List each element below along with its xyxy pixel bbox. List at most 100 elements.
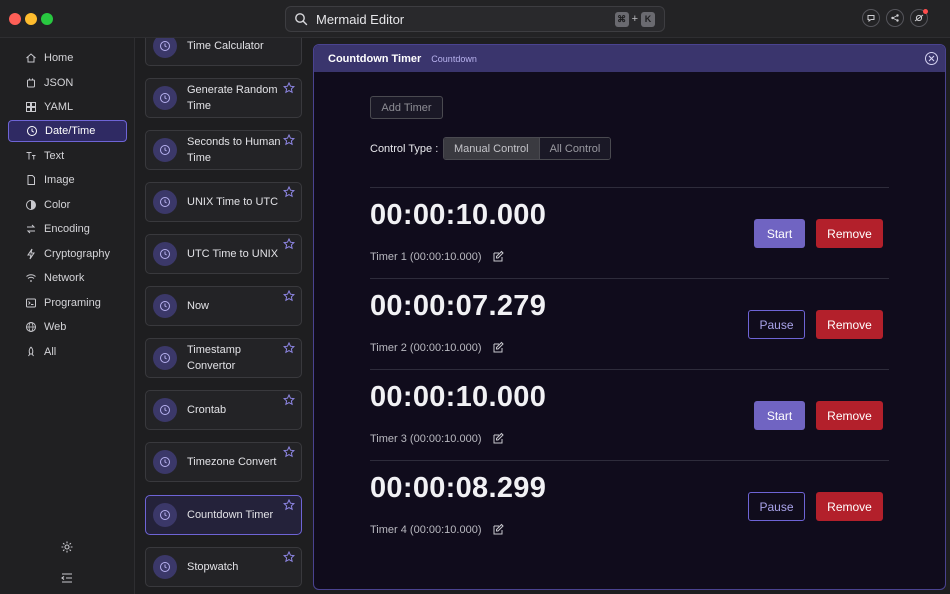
search-icon	[295, 13, 308, 26]
tool-label: Timezone Convert	[187, 456, 277, 468]
tool-card-timezone-convert[interactable]: Timezone Convert	[145, 442, 302, 482]
sidebar-item-programing[interactable]: Programing	[8, 292, 127, 314]
tool-label: UNIX Time to UTC	[187, 196, 279, 208]
star-icon[interactable]	[283, 499, 295, 511]
add-timer-button[interactable]: Add Timer	[370, 96, 443, 119]
search-text: Mermaid Editor	[316, 11, 405, 27]
sidebar-item-label: JSON	[44, 77, 74, 89]
sidebar-item-text[interactable]: Text	[8, 145, 127, 167]
start-button[interactable]: Start	[754, 219, 805, 248]
tool-card-generate-random-time[interactable]: Generate Random Time	[145, 78, 302, 118]
star-icon[interactable]	[283, 82, 295, 94]
chat-icon[interactable]	[862, 9, 880, 27]
star-icon[interactable]	[283, 134, 295, 146]
timer-display: 00:00:10.000	[370, 199, 547, 231]
sidebar-item-date-time[interactable]: Date/Time	[8, 120, 127, 142]
sidebar-item-cryptography[interactable]: Cryptography	[8, 243, 127, 265]
sidebar-item-encoding[interactable]: Encoding	[8, 218, 127, 240]
sidebar-item-image[interactable]: Image	[8, 169, 127, 191]
sidebar-item-label: All	[44, 346, 57, 358]
timer-row: 00:00:10.000 Timer 3 (00:00:10.000) Star…	[370, 369, 889, 460]
timer-label: Timer 1 (00:00:10.000)	[370, 251, 482, 263]
timer-display: 00:00:10.000	[370, 381, 547, 413]
sidebar-item-home[interactable]: Home	[8, 47, 127, 69]
tool-card-now[interactable]: Now	[145, 286, 302, 326]
gear-icon[interactable]	[60, 540, 74, 554]
color-icon	[26, 200, 36, 210]
clock-icon	[153, 86, 177, 110]
edit-icon[interactable]	[492, 432, 505, 445]
edit-icon[interactable]	[492, 250, 505, 263]
close-icon[interactable]	[925, 52, 938, 65]
sidebar-item-label: Text	[44, 150, 65, 162]
pause-button[interactable]: Pause	[748, 492, 805, 521]
sidebar-item-label: Home	[44, 52, 74, 64]
timer-row: 00:00:10.000 Timer 1 (00:00:10.000) Star…	[370, 187, 889, 278]
star-icon[interactable]	[283, 342, 295, 354]
star-icon[interactable]	[283, 446, 295, 458]
tool-card-stopwatch[interactable]: Stopwatch	[145, 547, 302, 587]
tool-label: Generate Random Time	[187, 84, 278, 112]
home-icon	[26, 53, 36, 63]
tool-label: Countdown Timer	[187, 509, 274, 521]
tool-card-crontab[interactable]: Crontab	[145, 390, 302, 430]
zoom-window-button[interactable]	[41, 13, 53, 25]
star-icon[interactable]	[283, 394, 295, 406]
remove-button[interactable]: Remove	[816, 401, 883, 430]
sidebar-item-label: Encoding	[44, 223, 90, 235]
manual-control-option[interactable]: Manual Control	[444, 138, 540, 159]
sidebar-item-json[interactable]: JSON	[8, 72, 127, 94]
clock-icon	[153, 503, 177, 527]
sidebar-item-color[interactable]: Color	[8, 194, 127, 216]
sidebar-item-network[interactable]: Network	[8, 267, 127, 289]
timer-row: 00:00:08.299 Timer 4 (00:00:10.000) Paus…	[370, 460, 889, 551]
panel-title: Countdown Timer	[328, 52, 422, 65]
tool-label: UTC Time to UNIX	[187, 248, 279, 260]
tool-card-unix-time-to-utc[interactable]: UNIX Time to UTC	[145, 182, 302, 222]
sidebar-item-yaml[interactable]: YAML	[8, 96, 127, 118]
start-button[interactable]: Start	[754, 401, 805, 430]
remove-button[interactable]: Remove	[816, 492, 883, 521]
edit-icon[interactable]	[492, 341, 505, 354]
clock-icon	[153, 38, 177, 58]
sidebar-item-web[interactable]: Web	[8, 316, 127, 338]
panel-subtitle: Countdown	[431, 53, 477, 64]
tool-card-utc-time-to-unix[interactable]: UTC Time to UNIX	[145, 234, 302, 274]
edit-icon[interactable]	[492, 523, 505, 536]
rocket-icon	[28, 346, 34, 357]
minimize-window-button[interactable]	[25, 13, 37, 25]
sidebar-item-label: Color	[44, 199, 71, 211]
timer-label: Timer 3 (00:00:10.000)	[370, 433, 482, 445]
close-window-button[interactable]	[9, 13, 21, 25]
timer-display: 00:00:08.299	[370, 472, 547, 504]
panel-header: Countdown Timer Countdown	[314, 45, 945, 72]
sidebar-item-label: Date/Time	[45, 125, 96, 137]
tool-card-time-calculator[interactable]: Time Calculator	[145, 38, 302, 66]
tool-card-timestamp-convertor[interactable]: Timestamp Convertor	[145, 338, 302, 378]
star-icon[interactable]	[283, 186, 295, 198]
star-icon[interactable]	[283, 290, 295, 302]
timer-display: 00:00:07.279	[370, 290, 547, 322]
wifi-icon	[26, 274, 36, 282]
bolt-icon	[27, 248, 35, 260]
tool-card-seconds-to-human-time[interactable]: Seconds to Human Time	[145, 130, 302, 170]
collapse-icon[interactable]	[60, 571, 74, 585]
remove-button[interactable]: Remove	[816, 310, 883, 339]
all-control-option[interactable]: All Control	[539, 138, 611, 159]
sidebar-item-label: Programing	[44, 297, 101, 309]
sidebar-item-label: Web	[44, 321, 67, 333]
tool-label: Time Calculator	[187, 40, 264, 52]
remove-button[interactable]: Remove	[816, 219, 883, 248]
settings-sync-icon[interactable]	[910, 9, 928, 27]
sidebar-item-label: Image	[44, 174, 75, 186]
notification-dot	[923, 9, 928, 14]
clock-icon	[27, 126, 37, 136]
star-icon[interactable]	[283, 238, 295, 250]
share-icon[interactable]	[886, 9, 904, 27]
tool-card-countdown-timer[interactable]: Countdown Timer	[145, 495, 302, 535]
pause-button[interactable]: Pause	[748, 310, 805, 339]
search-input[interactable]: Mermaid Editor ⌘ + K	[285, 6, 665, 32]
star-icon[interactable]	[283, 551, 295, 563]
tool-label: Timestamp Convertor	[187, 344, 241, 372]
sidebar-item-all[interactable]: All	[8, 341, 127, 363]
